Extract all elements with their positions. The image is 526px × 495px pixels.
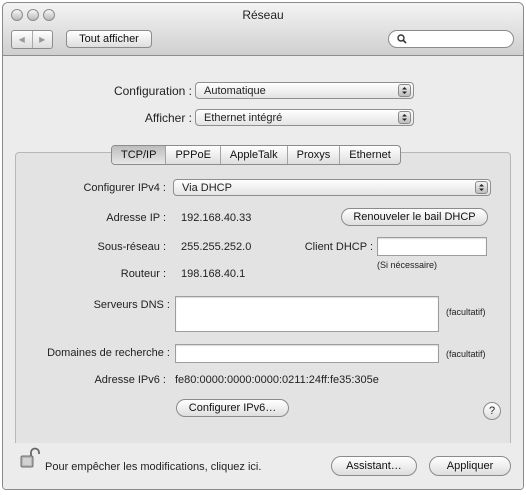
dhcp-client-hint: (Si nécessaire) [377, 260, 438, 270]
dhcp-client-field[interactable] [377, 237, 487, 256]
apply-button[interactable]: Appliquer [429, 456, 511, 476]
configuration-popup[interactable]: Automatique [195, 82, 414, 99]
forward-button[interactable]: ▶ [33, 31, 53, 48]
ip-address-label: Adresse IP : [106, 212, 166, 224]
tab-pppoe[interactable]: PPPoE [166, 146, 221, 164]
title-bar: Réseau ◀ ▶ Tout afficher [3, 3, 523, 56]
router-label: Routeur : [120, 268, 166, 280]
renew-dhcp-lease-button[interactable]: Renouveler le bail DHCP [341, 208, 488, 226]
content-area: Configuration : Automatique Afficher : E… [3, 56, 523, 489]
subnet-label: Sous-réseau : [97, 241, 166, 253]
lock-icon[interactable] [19, 447, 41, 469]
dns-hint: (facultatif) [446, 307, 486, 317]
ipv6-address-label: Adresse IPv6 : [94, 374, 166, 386]
configuration-value: Automatique [204, 85, 266, 97]
search-input[interactable] [388, 30, 514, 48]
configure-ipv6-button[interactable]: Configurer IPv6… [176, 399, 289, 417]
assistant-button[interactable]: Assistant… [331, 456, 417, 476]
tab-ethernet[interactable]: Ethernet [340, 146, 400, 164]
configure-ipv4-label: Configurer IPv4 : [83, 182, 166, 194]
show-value: Ethernet intégré [204, 112, 283, 124]
tab-proxys[interactable]: Proxys [288, 146, 341, 164]
configure-ipv4-value: Via DHCP [182, 182, 232, 194]
network-preferences-window: Réseau ◀ ▶ Tout afficher Configuration :… [2, 2, 524, 490]
dns-servers-field[interactable] [175, 296, 439, 332]
back-forward-control[interactable]: ◀ ▶ [11, 30, 53, 49]
dns-servers-label: Serveurs DNS : [93, 299, 170, 311]
search-domains-hint: (facultatif) [446, 349, 486, 359]
back-button[interactable]: ◀ [12, 31, 33, 48]
ipv6-address-value: fe80:0000:0000:0000:0211:24ff:fe35:305e [175, 374, 379, 386]
search-icon [397, 34, 407, 44]
dhcp-client-label: Client DHCP : [304, 241, 373, 253]
subnet-value: 255.255.252.0 [181, 241, 252, 253]
router-value: 198.168.40.1 [181, 268, 246, 280]
search-domains-field[interactable] [175, 344, 439, 363]
show-label: Afficher : [144, 111, 192, 125]
tab-tcpip[interactable]: TCP/IP [112, 146, 167, 164]
ip-address-value: 192.168.40.33 [181, 212, 252, 224]
show-popup[interactable]: Ethernet intégré [195, 109, 414, 126]
chevron-updown-icon [398, 111, 411, 124]
show-all-button[interactable]: Tout afficher [66, 30, 152, 48]
chevron-updown-icon [475, 181, 488, 194]
tab-bar: TCP/IP PPPoE AppleTalk Proxys Ethernet [111, 145, 401, 165]
window-title: Réseau [242, 8, 284, 22]
lock-message[interactable]: Pour empêcher les modifications, cliquez… [45, 461, 261, 473]
configure-ipv4-popup[interactable]: Via DHCP [173, 179, 491, 196]
help-button[interactable]: ? [483, 402, 501, 420]
search-domains-label: Domaines de recherche : [47, 347, 170, 359]
tab-appletalk[interactable]: AppleTalk [221, 146, 288, 164]
chevron-updown-icon [398, 84, 411, 97]
configuration-label: Configuration : [113, 84, 192, 98]
